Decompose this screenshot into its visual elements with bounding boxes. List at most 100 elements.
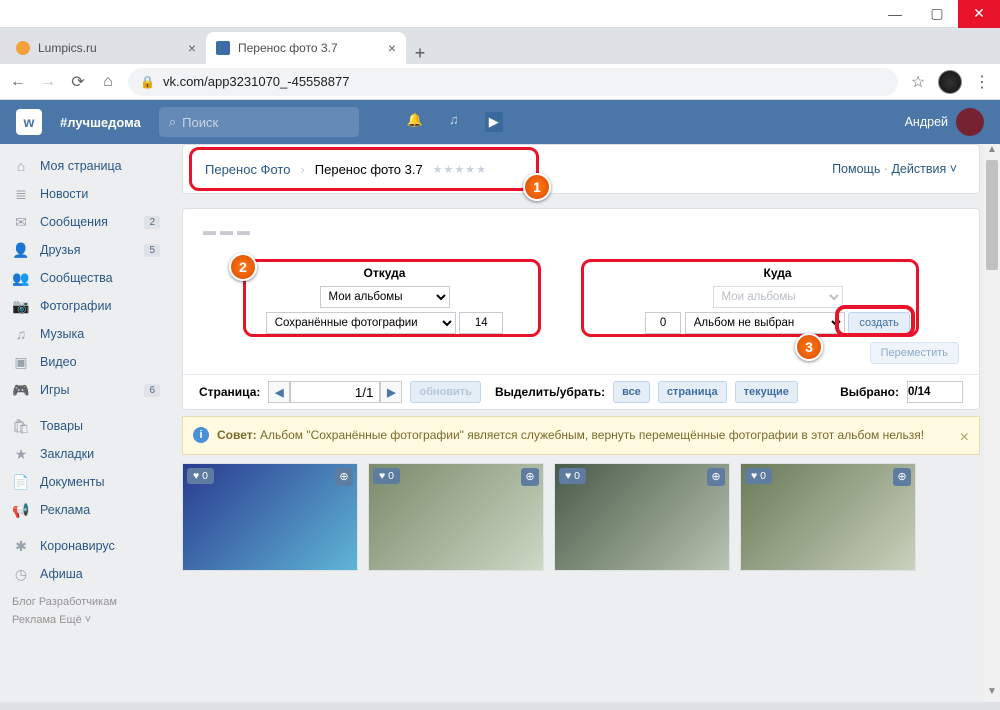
sidebar-item[interactable]: 👥Сообщества: [4, 264, 166, 292]
refresh-button[interactable]: обновить: [410, 381, 481, 403]
from-scope-select[interactable]: Мои альбомы: [320, 286, 450, 308]
select-page-button[interactable]: страница: [658, 381, 727, 403]
reload-button[interactable]: ⟳: [68, 72, 88, 92]
search-input[interactable]: ⌕ Поиск: [159, 107, 359, 137]
sidebar-item[interactable]: 📢Реклама: [4, 496, 166, 524]
tab-bar: Lumpics.ru × Перенос фото 3.7 × +: [0, 28, 1000, 64]
tab-perenos[interactable]: Перенос фото 3.7 ×: [206, 32, 406, 64]
profile-avatar[interactable]: [938, 70, 962, 94]
photo-thumb[interactable]: ♥ 0 ⊕: [368, 463, 544, 571]
browser-menu-icon[interactable]: ⋮: [972, 72, 992, 92]
sidebar-item[interactable]: ◷Афиша: [4, 560, 166, 588]
sidebar-icon: ⌂: [12, 158, 30, 174]
address-field[interactable]: 🔒 vk.com/app3231070_-45558877: [128, 68, 898, 96]
callout-1: 1: [523, 173, 551, 201]
page-field[interactable]: [290, 381, 380, 403]
vk-header: w #лучшедома ⌕ Поиск 🔔 ♫ ▶ Андрей: [0, 100, 1000, 144]
back-button[interactable]: ←: [8, 72, 28, 92]
scroll-down-icon[interactable]: ▼: [984, 686, 1000, 702]
notifications-icon[interactable]: 🔔: [407, 112, 423, 132]
to-scope-select[interactable]: Мои альбомы: [713, 286, 843, 308]
hashtag-label[interactable]: #лучшедома: [60, 115, 141, 130]
sidebar-label: Документы: [40, 475, 104, 489]
new-tab-button[interactable]: +: [406, 43, 434, 64]
photo-thumb[interactable]: ♥ 0 ⊕: [182, 463, 358, 571]
sidebar-item[interactable]: 🛍Товары: [4, 412, 166, 440]
sidebar-icon: ★: [12, 446, 30, 463]
like-badge[interactable]: ♥ 0: [559, 468, 586, 484]
scrollbar[interactable]: ▲ ▼: [984, 144, 1000, 702]
tab-title: Lumpics.ru: [38, 41, 97, 55]
from-count: 14: [459, 312, 503, 334]
sidebar-icon: ▣: [12, 354, 30, 371]
zoom-icon[interactable]: ⊕: [707, 468, 725, 486]
zoom-icon[interactable]: ⊕: [893, 468, 911, 486]
zoom-icon[interactable]: ⊕: [335, 468, 353, 486]
lock-icon: 🔒: [140, 75, 155, 89]
favicon-icon: [16, 41, 30, 55]
close-button[interactable]: ✕: [958, 0, 1000, 28]
sidebar-item[interactable]: ≣ Новости: [4, 180, 166, 208]
sidebar-label: Фотографии: [40, 299, 111, 313]
move-button[interactable]: Переместить: [870, 342, 959, 364]
select-all-button[interactable]: все: [613, 381, 650, 403]
to-album-select[interactable]: Альбом не выбран: [685, 312, 845, 334]
sidebar-item[interactable]: 👤Друзья5: [4, 236, 166, 264]
close-icon[interactable]: ×: [388, 40, 396, 56]
sidebar-item[interactable]: 🎮Игры6: [4, 376, 166, 404]
sidebar-item[interactable]: ✱Коронавирус: [4, 532, 166, 560]
maximize-button[interactable]: ▢: [916, 0, 958, 28]
actions-menu[interactable]: Действия ˅: [880, 162, 957, 176]
prev-page-button[interactable]: ◀: [268, 381, 290, 403]
sidebar-label: Видео: [40, 355, 77, 369]
close-icon[interactable]: ×: [188, 40, 196, 56]
sidebar-badge: 5: [144, 244, 160, 257]
dismiss-tip-button[interactable]: ×: [960, 427, 969, 449]
play-icon[interactable]: ▶: [485, 112, 503, 132]
like-badge[interactable]: ♥ 0: [745, 468, 772, 484]
tab-lumpics[interactable]: Lumpics.ru ×: [6, 32, 206, 64]
sidebar-item[interactable]: ★Закладки: [4, 440, 166, 468]
bookmark-star-icon[interactable]: ☆: [908, 72, 928, 92]
breadcrumb-root[interactable]: Перенос Фото: [205, 162, 290, 177]
photo-thumb[interactable]: ♥ 0 ⊕: [554, 463, 730, 571]
window-bottom-border: [0, 702, 1000, 710]
sidebar-item[interactable]: ⌂ Моя страница: [4, 152, 166, 180]
create-button[interactable]: создать: [848, 312, 909, 334]
sidebar-icon: ≣: [12, 186, 30, 203]
select-current-button[interactable]: текущие: [735, 381, 798, 403]
tip-strong: Совет:: [217, 428, 257, 442]
forward-button[interactable]: →: [38, 72, 58, 92]
from-album-select[interactable]: Сохранённые фотографии: [266, 312, 456, 334]
sidebar-icon: 📷: [12, 298, 30, 315]
photo-thumb[interactable]: ♥ 0 ⊕: [740, 463, 916, 571]
vk-logo-icon[interactable]: w: [16, 109, 42, 135]
selected-label: Выбрано:: [840, 385, 899, 399]
scroll-thumb[interactable]: [986, 160, 998, 270]
help-link[interactable]: Помощь: [832, 162, 880, 176]
sidebar-icon: ✉: [12, 214, 30, 231]
sidebar-item[interactable]: ♫Музыка: [4, 320, 166, 348]
callout-2: 2: [229, 253, 257, 281]
sidebar-item[interactable]: ▣ Видео: [4, 348, 166, 376]
sidebar-icon: 📄: [12, 474, 30, 491]
user-menu[interactable]: Андрей: [905, 108, 984, 136]
home-button[interactable]: ⌂: [98, 72, 118, 92]
from-column: Откуда Мои альбомы Сохранённые фотографи…: [203, 266, 566, 334]
sidebar-label: Моя страница: [40, 159, 122, 173]
sidebar-label: Новости: [40, 187, 88, 201]
music-icon[interactable]: ♫: [449, 112, 459, 132]
zoom-icon[interactable]: ⊕: [521, 468, 539, 486]
like-badge[interactable]: ♥ 0: [187, 468, 214, 484]
sidebar-item[interactable]: 📄 Документы: [4, 468, 166, 496]
next-page-button[interactable]: ▶: [380, 381, 402, 403]
like-badge[interactable]: ♥ 0: [373, 468, 400, 484]
sidebar-icon: 👤: [12, 242, 30, 259]
scroll-up-icon[interactable]: ▲: [984, 144, 1000, 160]
sidebar-item[interactable]: ✉Сообщения2: [4, 208, 166, 236]
url-text: vk.com/app3231070_-45558877: [163, 74, 349, 89]
sidebar-item[interactable]: 📷 Фотографии: [4, 292, 166, 320]
to-title: Куда: [596, 266, 959, 280]
sidebar-badge: 6: [144, 384, 160, 397]
minimize-button[interactable]: —: [874, 0, 916, 28]
